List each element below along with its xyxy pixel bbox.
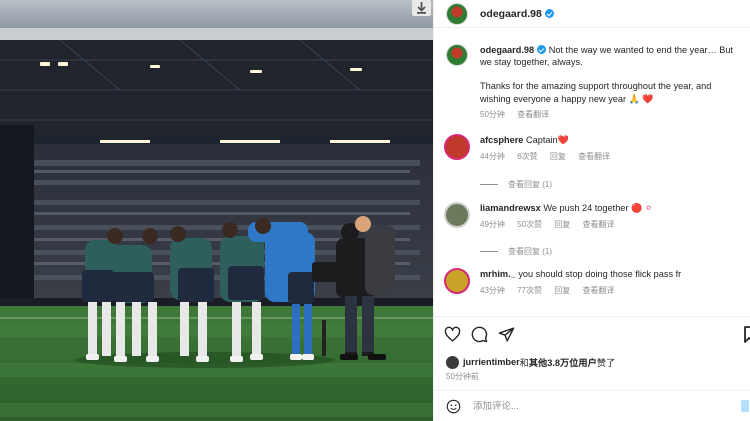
post-photo[interactable] [0,0,433,421]
caption-second-paragraph: Thanks for the amazing support throughou… [480,80,744,104]
likes-others-count[interactable]: 其他3.8万位用户 [529,355,597,369]
post-comment-button[interactable] [741,400,749,412]
caption-text-2: Thanks for the amazing support throughou… [480,81,712,104]
likes-summary: jurrientimber 和 其他3.8万位用户 赞了 [446,355,615,369]
comment-avatar[interactable] [444,134,470,160]
comment-text: you should stop doing those flick pass f… [518,269,682,279]
comment-time: 43分钟 [480,286,505,295]
likes-connector: 和 [519,358,529,368]
comment-item: afcsphere Captain❤️ 44分钟 6次赞 回复 查看翻译 [444,134,744,163]
caption-translate-link[interactable]: 查看翻译 [517,110,549,119]
comment-translate-link[interactable]: 查看翻译 [578,152,610,161]
caption-first-paragraph: odegaard.98 Not the way we wanted to end… [480,44,744,68]
comment-item: liamandrewsx We push 24 together 🔴 ⚪ 49分… [444,202,744,231]
post-actions [444,326,515,343]
comment-translate-link[interactable]: 查看翻译 [583,286,615,295]
comment-username[interactable]: liamandrewsx [480,203,541,213]
comment-text: Captain [525,135,558,145]
view-replies-link[interactable]: 查看回复 (1) [480,179,552,190]
comment-username[interactable]: mrhim._ [480,269,516,279]
comment-translate-link[interactable]: 查看翻译 [583,220,615,229]
likes-suffix: 赞了 [596,358,616,368]
section-divider [434,316,750,317]
download-button[interactable] [412,0,431,16]
author-username[interactable]: odegaard.98 [480,8,542,20]
comment-emoji: 🔴 ⚪ [631,203,653,213]
comment-reply-link[interactable]: 回复 [550,152,566,161]
liker-avatar[interactable] [446,355,459,369]
comment-reply-link[interactable]: 回复 [554,220,570,229]
caption-time: 50分钟 [480,109,505,119]
comment-avatar[interactable] [444,202,470,228]
comment-username[interactable]: afcsphere [480,135,523,145]
comment-time: 49分钟 [480,220,505,229]
comment-reply-link[interactable]: 回复 [554,286,570,295]
comment-likes[interactable]: 50次赞 [517,220,542,229]
comment-emoji: ❤️ [557,135,569,145]
add-comment-bar [434,390,750,421]
comment-icon[interactable] [471,326,488,343]
liker-username[interactable]: jurrientimber [463,357,520,367]
post-time: 50分钟前 [446,372,479,381]
verified-badge-icon [544,9,554,18]
caption-meta: 50分钟 查看翻译 [480,109,744,121]
caption-author-username[interactable]: odegaard.98 [480,45,534,55]
post-caption: odegaard.98 Not the way we wanted to end… [434,28,750,121]
comment-text: We push 24 together [543,203,629,213]
caption-emoji: 🙏 ❤️ [628,93,654,104]
view-replies-link[interactable]: 查看回复 (1) [480,246,552,257]
comment-likes[interactable]: 77次赞 [517,286,542,295]
comment-likes[interactable]: 6次赞 [517,152,537,161]
post-side-panel: odegaard.98 odegaard.98 Not the way we w… [433,0,750,421]
smiley-icon[interactable] [446,399,461,414]
team-huddle-photo [0,0,433,421]
comment-input[interactable] [473,400,673,412]
author-avatar[interactable] [446,2,468,25]
comment-time: 44分钟 [480,152,505,161]
comment-avatar[interactable] [444,268,470,294]
comment-item: mrhim._ you should stop doing those flic… [444,268,744,297]
post-header: odegaard.98 [434,0,750,28]
caption-author-avatar[interactable] [446,44,468,66]
send-icon[interactable] [498,326,515,343]
download-icon [417,2,426,14]
heart-icon[interactable] [444,326,461,343]
bookmark-icon[interactable] [744,326,750,343]
verified-badge-icon [537,45,547,54]
